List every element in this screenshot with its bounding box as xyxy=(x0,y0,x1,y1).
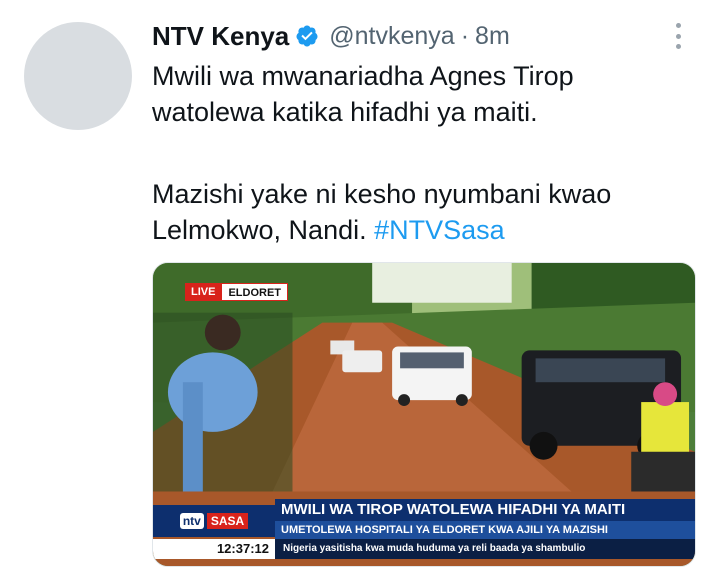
separator-dot: · xyxy=(460,21,470,50)
more-dot xyxy=(675,44,681,49)
live-badge: LIVE ELDORET xyxy=(185,283,289,301)
more-vertical-icon[interactable] xyxy=(666,20,690,52)
brand-ntv: ntv xyxy=(179,513,204,529)
user-handle[interactable]: @ntvkenya xyxy=(329,22,454,51)
display-name[interactable]: NTV Kenya xyxy=(152,21,289,52)
tweet-text-line: watolewa katika hifadhi ya maiti. xyxy=(152,97,538,127)
tweet-header: NTV Kenya @ntvkenya · 8m xyxy=(152,16,510,56)
timestamp[interactable]: 8m xyxy=(475,22,510,51)
news-lower-third: ntv SASA MWILI WA TIROP WATOLEWA HIFADHI… xyxy=(153,493,695,566)
tweet-text-fragment: Lelmokwo, Nandi. xyxy=(152,215,375,245)
tweet-text-line: Mazishi yake ni kesho nyumbani kwao xyxy=(152,179,612,209)
brand-sasa: SASA xyxy=(206,513,249,529)
tweet-text-line: Mwili wa mwanariadha Agnes Tirop xyxy=(152,61,574,91)
ntv-sasa-logo: ntv SASA xyxy=(153,505,275,537)
tweet-text-line: Lelmokwo, Nandi. #NTVSasa xyxy=(152,212,692,248)
news-clock: 12:37:12 xyxy=(153,539,275,559)
location-label: ELDORET xyxy=(221,283,289,301)
more-dot xyxy=(675,23,681,28)
news-subheadline: UMETOLEWA HOSPITALI YA ELDORET KWA AJILI… xyxy=(275,521,695,539)
tweet-text: Mwili wa mwanariadha Agnes Tirop watolew… xyxy=(152,58,692,248)
avatar[interactable] xyxy=(24,22,132,130)
news-ticker: Nigeria yasitisha kwa muda huduma ya rel… xyxy=(275,539,695,559)
live-label: LIVE xyxy=(185,283,222,301)
news-headline: MWILI WA TIROP WATOLEWA HIFADHI YA MAITI xyxy=(275,499,695,521)
tweet-media-video[interactable]: LIVE ELDORET ntv SASA MWILI WA TIROP WAT… xyxy=(152,262,696,567)
hashtag-link[interactable]: #NTVSasa xyxy=(374,215,505,245)
verified-badge-icon xyxy=(296,25,318,47)
more-dot xyxy=(675,33,681,39)
